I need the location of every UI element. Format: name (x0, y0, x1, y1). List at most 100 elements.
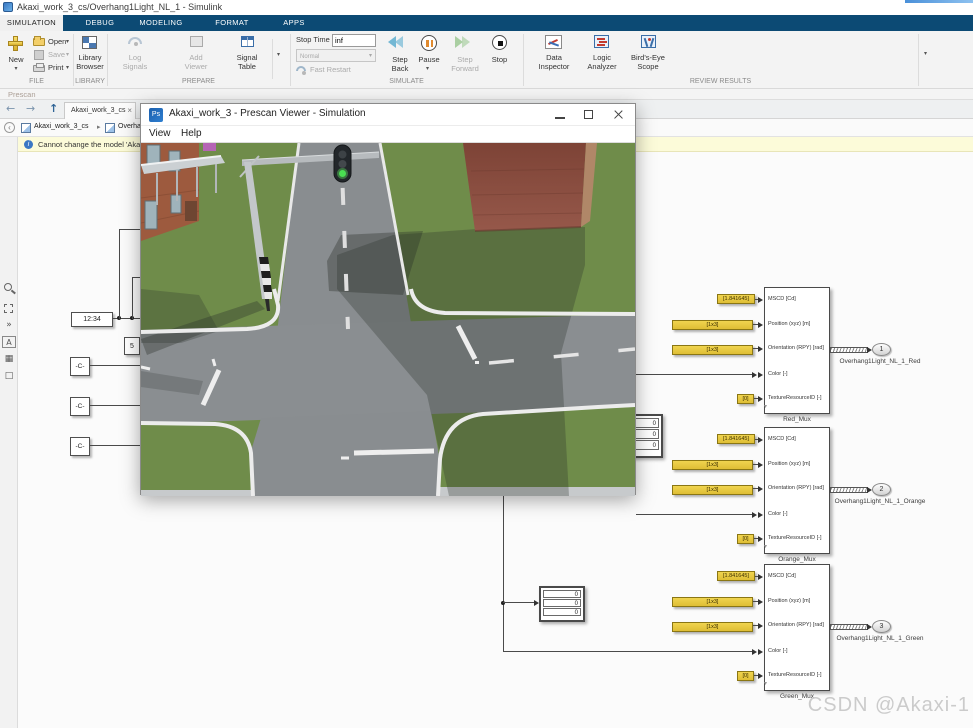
constant-block-mscd[interactable]: [1.841645] (717, 294, 755, 304)
collapse-explorer-icon[interactable]: ‹ (4, 122, 15, 133)
menu-help[interactable]: Help (181, 128, 202, 139)
constant-block-vector[interactable]: [1x3] (672, 485, 753, 495)
bus-wire[interactable] (830, 487, 868, 493)
mux-input-label: Color [-] (768, 648, 788, 654)
constant-block-c3[interactable]: -C- (70, 437, 90, 456)
prescan-viewer-window[interactable]: Ps Akaxi_work_3 - Prescan Viewer - Simul… (140, 103, 636, 496)
constant-block-c2[interactable]: -C- (70, 397, 90, 416)
window-title: Akaxi_work_3_cs/Overhang1Light_NL_1 - Si… (17, 2, 223, 12)
toolstrip-collapse-button[interactable]: ▾ (924, 50, 927, 57)
wire[interactable] (503, 495, 504, 652)
breadcrumb-root[interactable]: Akaxi_work_3_cs (34, 123, 88, 130)
close-tab-icon[interactable]: × (127, 103, 132, 118)
image-annotation-button[interactable]: ▦ (2, 352, 16, 366)
constant-block-vector[interactable]: [1x3] (672, 460, 753, 470)
wire[interactable] (636, 514, 752, 515)
prescan-3d-viewport[interactable] (141, 143, 635, 496)
constant-block-mscd[interactable]: [1.841645] (717, 571, 755, 581)
constant-block-vector[interactable]: [1x3] (672, 345, 753, 355)
wire[interactable] (90, 365, 140, 366)
wire[interactable] (119, 230, 120, 319)
bus-wire[interactable] (830, 624, 868, 630)
outport-block[interactable]: 3 (872, 620, 891, 633)
stop-line (353, 448, 435, 456)
wire[interactable] (503, 602, 534, 603)
toolstrip: New ▾ Open ▾ Save ▾ Print ▾ FILE Library… (0, 31, 973, 89)
outport-block[interactable]: 1 (872, 343, 891, 356)
mux-name-label: Red_Mux (783, 416, 811, 423)
prepare-more-button[interactable]: ▾ (277, 51, 280, 58)
mux-input-label: Orientation (RPY) [rad] (768, 345, 824, 351)
library-icon (82, 36, 97, 49)
shop-sign (203, 143, 216, 151)
new-dropdown-icon: ▾ (14, 66, 18, 72)
mux-input-label: Position (xyz) [m] (768, 321, 811, 327)
mux-input-label: Position (xyz) [m] (768, 598, 811, 604)
document-tab-label: Akaxi_work_3_cs (71, 107, 126, 114)
more-inputs-icon: ▾ (764, 543, 768, 550)
constant-block-vector[interactable]: [1x3] (672, 320, 753, 330)
pause-icon (421, 35, 437, 51)
wire[interactable] (90, 405, 140, 406)
logic-analyzer-icon (594, 35, 609, 48)
tab-format[interactable]: FORMAT (208, 15, 256, 31)
constant-block-c1[interactable]: -C- (70, 357, 90, 376)
fast-restart-icon (296, 66, 306, 75)
save-icon (34, 50, 44, 60)
info-icon: i (24, 140, 33, 149)
signal-routing-button[interactable]: » (2, 318, 16, 332)
wire[interactable] (636, 374, 752, 375)
mux-input-label: MSCD [Cd] (768, 573, 796, 579)
tab-modeling[interactable]: MODELING (130, 15, 192, 31)
constant-block-vector[interactable]: [1x3] (672, 622, 753, 632)
warning-text: Cannot change the model 'Aka (38, 140, 141, 149)
wire[interactable] (132, 278, 133, 319)
constant-block-mscd[interactable]: [1.841645] (717, 434, 755, 444)
prescan-icon: Ps (149, 108, 163, 122)
mux-input-label: Color [-] (768, 371, 788, 377)
back-button[interactable]: ← (6, 102, 15, 115)
constant-block-texture[interactable]: [0] (737, 671, 754, 681)
constant-block-vector[interactable]: [1x3] (672, 597, 753, 607)
digital-clock-block[interactable]: 12:34 (71, 312, 113, 327)
mux-input-label: MSCD [Cd] (768, 296, 796, 302)
up-button[interactable]: ↑ (49, 102, 58, 115)
wire[interactable] (90, 445, 140, 446)
document-tab[interactable]: Akaxi_work_3_cs × (64, 102, 136, 119)
display-block[interactable]: 0 0 0 (539, 586, 585, 622)
outport-label: Overhang1Light_NL_1_Red (839, 358, 921, 365)
bus-wire[interactable] (830, 347, 868, 353)
outport-label: Overhang1Light_NL_1_Green (836, 635, 924, 642)
add-viewer-icon (190, 36, 203, 47)
print-icon (33, 63, 45, 72)
constant-block-texture[interactable]: [0] (737, 534, 754, 544)
wire[interactable] (503, 651, 752, 652)
simulink-icon (3, 2, 13, 12)
constant-block-5[interactable]: 5 (124, 337, 140, 355)
progress-strip (905, 0, 973, 3)
subsystem-icon (105, 123, 115, 133)
file-group-label: FILE (29, 78, 44, 85)
title-bar: Akaxi_work_3_cs/Overhang1Light_NL_1 - Si… (0, 0, 973, 15)
annotation-button[interactable]: A (2, 336, 16, 348)
stop-time-input[interactable] (332, 34, 376, 47)
minimize-button[interactable] (546, 104, 575, 126)
mode-select[interactable]: Normal ▾ (296, 49, 376, 62)
wire[interactable] (132, 277, 140, 278)
mux-input-label: TextureResourceID [-] (768, 395, 822, 401)
stop-icon (492, 35, 507, 50)
tab-debug[interactable]: DEBUG (75, 15, 125, 31)
tab-apps[interactable]: APPS (272, 15, 316, 31)
viewer-title-bar[interactable]: Ps Akaxi_work_3 - Prescan Viewer - Simul… (141, 104, 635, 126)
outport-block[interactable]: 2 (872, 483, 891, 496)
area-button[interactable]: □ (2, 369, 16, 383)
maximize-button[interactable] (575, 104, 604, 126)
outport-label: Overhang1Light_NL_1_Orange (834, 498, 926, 505)
wire[interactable] (119, 229, 140, 230)
model-icon (21, 123, 31, 133)
constant-block-texture[interactable]: [0] (737, 394, 754, 404)
menu-view[interactable]: View (149, 128, 171, 139)
close-button[interactable] (604, 104, 633, 126)
tab-simulation[interactable]: SIMULATION (0, 15, 63, 31)
forward-button[interactable]: → (26, 102, 35, 115)
